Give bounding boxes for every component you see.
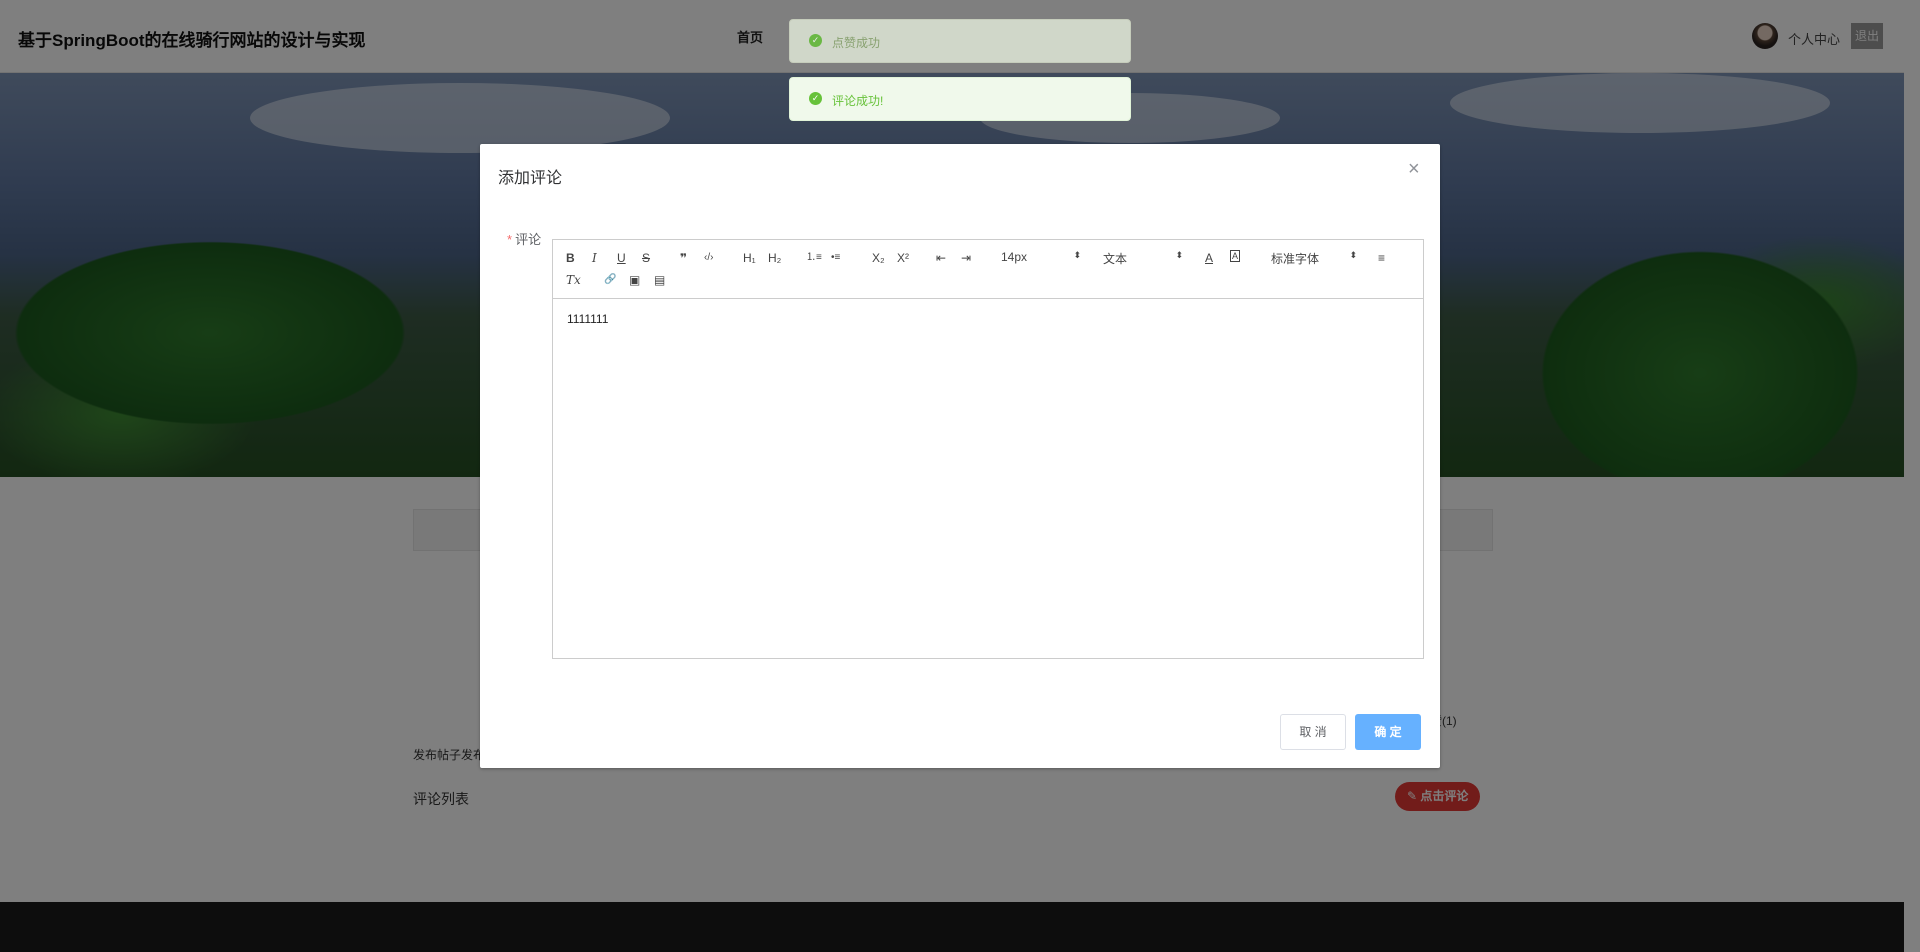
bold-button[interactable]: B xyxy=(566,250,575,266)
comment-field-label: * 评论 xyxy=(507,229,541,248)
required-mark: * xyxy=(507,232,513,247)
subscript-button[interactable]: X₂ xyxy=(872,250,885,266)
select-arrow-icon: ⬍ xyxy=(1349,250,1357,260)
editor-content[interactable]: 1111111 xyxy=(567,312,608,326)
link-icon[interactable]: 🔗 xyxy=(604,272,616,288)
toast-like-success: ✓ 点赞成功 xyxy=(789,19,1131,63)
check-circle-icon: ✓ xyxy=(809,34,822,47)
bullet-list-button[interactable]: •≡ xyxy=(831,250,840,266)
rich-text-editor: B I U S ❞ ‹/› H₁ H₂ ⒈≡ •≡ X₂ X² ⇤ ⇥ 14px… xyxy=(552,239,1424,659)
font-size-select[interactable]: 14px ⬍ xyxy=(1001,250,1081,264)
background-color-icon[interactable]: A xyxy=(1230,250,1241,262)
video-icon[interactable]: ▤ xyxy=(654,272,665,288)
clean-format-button[interactable]: Tx xyxy=(566,272,581,288)
close-icon[interactable]: × xyxy=(1408,158,1420,181)
ordered-list-button[interactable]: ⒈≡ xyxy=(806,250,822,266)
check-circle-icon: ✓ xyxy=(809,92,822,105)
font-color-icon[interactable]: A xyxy=(1205,250,1213,266)
h2-button[interactable]: H₂ xyxy=(768,250,781,266)
code-block-button[interactable]: ‹/› xyxy=(704,250,713,266)
font-family-select[interactable]: 标准字体 ⬍ xyxy=(1271,250,1357,267)
indent-button[interactable]: ⇥ xyxy=(961,250,971,266)
image-icon[interactable]: ▣ xyxy=(629,272,640,288)
outdent-button[interactable]: ⇤ xyxy=(936,250,946,266)
header-select-value: 文本 xyxy=(1103,252,1128,266)
confirm-button[interactable]: 确 定 xyxy=(1355,714,1421,750)
comment-label-text: 评论 xyxy=(515,232,542,247)
cancel-button[interactable]: 取 消 xyxy=(1280,714,1346,750)
add-comment-dialog: 添加评论 × * 评论 B I U S ❞ ‹/› H₁ H₂ ⒈≡ •≡ X₂ … xyxy=(480,144,1440,768)
select-arrow-icon: ⬍ xyxy=(1073,250,1081,260)
editor-toolbar: B I U S ❞ ‹/› H₁ H₂ ⒈≡ •≡ X₂ X² ⇤ ⇥ 14px… xyxy=(553,240,1423,299)
toast-message: 点赞成功 xyxy=(832,36,881,50)
blockquote-button[interactable]: ❞ xyxy=(680,250,687,266)
strike-button[interactable]: S xyxy=(642,250,650,266)
underline-button[interactable]: U xyxy=(617,250,626,266)
header-select[interactable]: 文本 ⬍ xyxy=(1103,250,1183,267)
toast-message: 评论成功! xyxy=(832,94,884,108)
toast-comment-success: ✓ 评论成功! xyxy=(789,77,1131,121)
select-arrow-icon: ⬍ xyxy=(1175,250,1183,260)
italic-button[interactable]: I xyxy=(592,250,597,266)
font-size-value: 14px xyxy=(1001,250,1028,264)
dialog-title: 添加评论 xyxy=(498,170,563,187)
superscript-button[interactable]: X² xyxy=(897,250,909,266)
h1-button[interactable]: H₁ xyxy=(743,250,756,266)
font-family-value: 标准字体 xyxy=(1271,252,1320,266)
align-icon[interactable]: ≡ xyxy=(1378,250,1385,266)
